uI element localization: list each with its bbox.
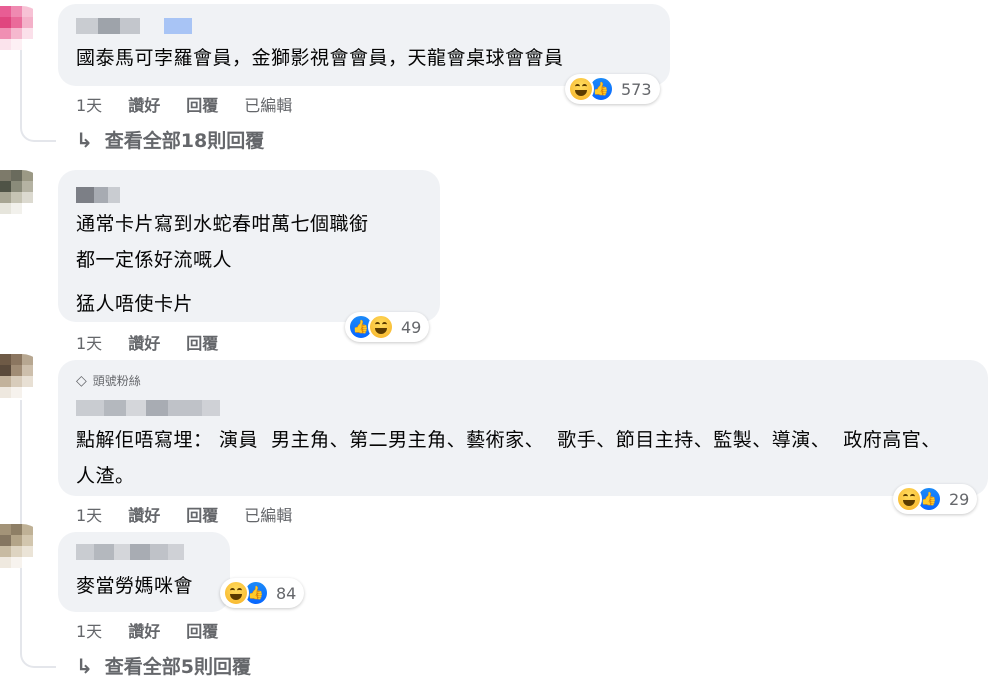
reaction-count: 573 <box>621 79 652 99</box>
haha-icon <box>368 314 394 340</box>
like-button[interactable]: 讚好 <box>128 502 160 526</box>
view-replies-label: 查看全部5則回覆 <box>104 656 251 678</box>
haha-icon <box>896 486 922 512</box>
thread-line <box>20 610 56 668</box>
haha-icon <box>568 76 594 102</box>
view-replies-label: 查看全部18則回覆 <box>104 130 265 152</box>
comment-actions: 1天 讚好 回覆 已編輯 <box>76 92 318 116</box>
reactions-summary[interactable]: 👍 573 <box>565 74 660 104</box>
commenter-name[interactable] <box>76 400 220 416</box>
reaction-count: 84 <box>276 583 297 603</box>
avatar[interactable] <box>0 170 44 214</box>
haha-icon <box>223 580 249 606</box>
comment-bubble: ◇ 頭號粉絲 點解佢唔寫埋： 演員 男主角、第二男主角、藝術家、 歌手、節目主持… <box>58 360 988 496</box>
avatar[interactable] <box>0 354 44 398</box>
thread-line <box>20 400 22 630</box>
view-replies-link[interactable]: ↳ 查看全部18則回覆 <box>76 126 264 153</box>
edited-label: 已編輯 <box>244 96 293 115</box>
diamond-icon: ◇ <box>76 372 87 389</box>
reply-arrow-icon: ↳ <box>76 127 93 152</box>
comment-text: 點解佢唔寫埋： 演員 男主角、第二男主角、藝術家、 歌手、節目主持、監製、導演、… <box>76 429 941 487</box>
reply-button[interactable]: 回覆 <box>186 502 218 526</box>
edited-label: 已編輯 <box>244 506 293 525</box>
comment-text: 國泰馬可孛羅會員，金獅影視會會員，天龍會桌球會會員 <box>76 47 564 69</box>
avatar[interactable] <box>0 6 44 50</box>
reply-button[interactable]: 回覆 <box>186 330 218 354</box>
reactions-summary[interactable]: 👍 49 <box>345 312 430 342</box>
thread-line <box>20 120 56 142</box>
thread-line <box>20 50 22 120</box>
comment-text: 麥當勞媽咪會 <box>76 575 194 597</box>
like-button[interactable]: 讚好 <box>128 618 160 642</box>
reaction-count: 29 <box>949 489 970 509</box>
badge-label: 頭號粉絲 <box>92 374 141 388</box>
comment-time[interactable]: 1天 <box>76 330 102 354</box>
comment-bubble: 麥當勞媽咪會 <box>58 532 230 612</box>
like-button[interactable]: 讚好 <box>128 92 160 116</box>
commenter-name[interactable] <box>76 544 184 560</box>
avatar[interactable] <box>0 524 44 568</box>
like-button[interactable]: 讚好 <box>128 330 160 354</box>
comment-time[interactable]: 1天 <box>76 502 102 526</box>
commenter-name[interactable] <box>76 187 120 203</box>
reactions-summary[interactable]: 👍 84 <box>220 578 305 608</box>
comment-actions: 1天 讚好 回覆 <box>76 330 244 354</box>
reply-arrow-icon: ↳ <box>76 653 93 678</box>
comment-text: 通常卡片寫到水蛇春咁萬七個職銜 都一定係好流嘅人 猛人唔使卡片 <box>76 206 436 322</box>
top-fan-badge: ◇ 頭號粉絲 <box>76 372 141 389</box>
reply-button[interactable]: 回覆 <box>186 618 218 642</box>
commenter-name[interactable] <box>76 18 192 34</box>
reply-button[interactable]: 回覆 <box>186 92 218 116</box>
comment-actions: 1天 讚好 回覆 已編輯 <box>76 502 318 526</box>
comment-line: 都一定係好流嘅人 <box>76 249 233 271</box>
reactions-summary[interactable]: 👍 29 <box>893 484 978 514</box>
comment-bubble: 通常卡片寫到水蛇春咁萬七個職銜 都一定係好流嘅人 猛人唔使卡片 <box>58 170 440 322</box>
comment-time[interactable]: 1天 <box>76 92 102 116</box>
reaction-count: 49 <box>401 317 422 337</box>
view-replies-link[interactable]: ↳ 查看全部5則回覆 <box>76 652 251 679</box>
comment-line: 通常卡片寫到水蛇春咁萬七個職銜 <box>76 213 369 235</box>
comment-actions: 1天 讚好 回覆 <box>76 618 244 642</box>
comment-time[interactable]: 1天 <box>76 618 102 642</box>
